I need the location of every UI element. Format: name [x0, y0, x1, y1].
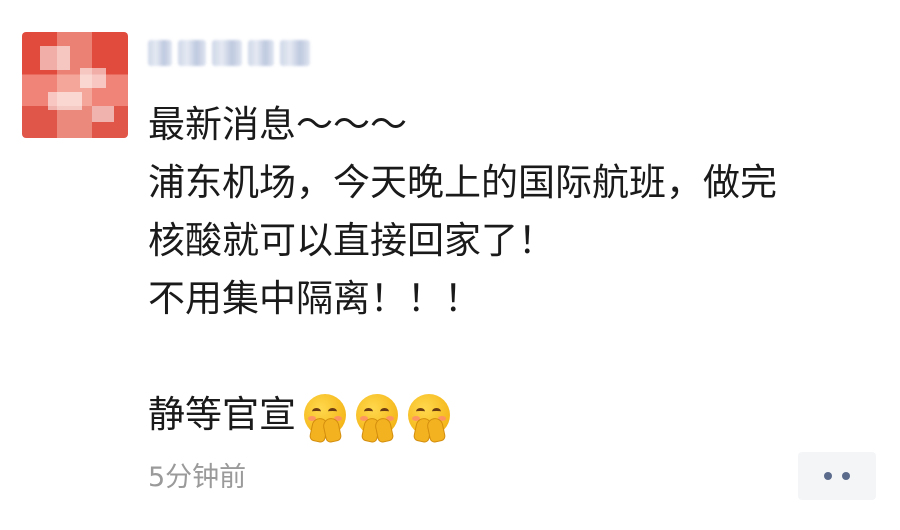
more-options-button[interactable]: [798, 452, 876, 500]
post-line: 静等官宣: [148, 393, 296, 436]
hands-over-face-emoji-icon: [404, 392, 454, 443]
post-last-line: 静等官宣: [148, 386, 888, 444]
more-dots-icon: [824, 472, 832, 480]
hands-over-face-emoji-icon: [300, 392, 350, 443]
author-name-blurred[interactable]: [148, 36, 320, 70]
post-timestamp: 5分钟前: [148, 462, 247, 493]
hands-over-face-emoji-icon: [352, 392, 402, 443]
avatar[interactable]: [22, 32, 128, 138]
more-dots-icon: [842, 472, 850, 480]
post-line: 浦东机场，今天晚上的国际航班，做完: [148, 161, 777, 204]
post-line: 不用集中隔离！！！: [148, 277, 481, 320]
post-line: 核酸就可以直接回家了！: [148, 219, 555, 262]
emoji-row: [300, 392, 454, 443]
post-content: 最新消息～～～ 浦东机场，今天晚上的国际航班，做完 核酸就可以直接回家了！ 不用…: [148, 96, 888, 444]
post-line: 最新消息～～～: [148, 103, 407, 146]
